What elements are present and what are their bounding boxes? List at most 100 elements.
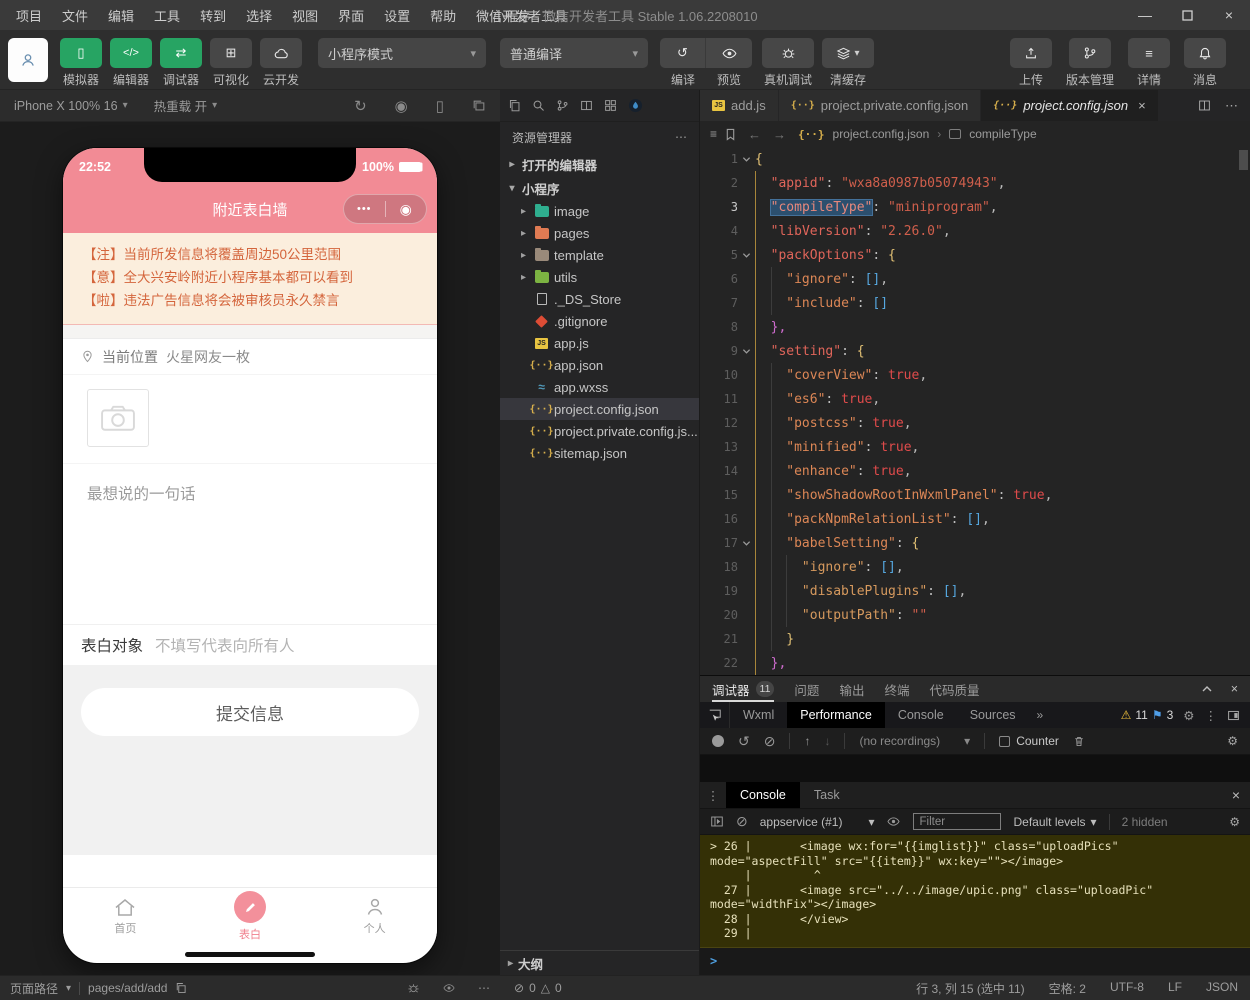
more-status-icon[interactable]: ⋯ [478,981,490,995]
minimize-app-button[interactable]: ◉ [386,201,427,218]
inspect-element-icon[interactable] [700,702,730,728]
debugger-tab-终端[interactable]: 终端 [884,676,909,702]
tree-item-pages[interactable]: ▸pages [500,222,699,244]
menu-item-视图[interactable]: 视图 [282,6,328,25]
execution-context-select[interactable]: appservice (#1) ▾ [760,815,875,829]
phone-tab-首页[interactable]: 首页 [63,888,188,945]
recordings-select[interactable]: (no recordings) ▾ [859,734,970,748]
files-icon[interactable] [508,99,521,112]
console-tab-Task[interactable]: Task [800,782,854,808]
clear-icon[interactable]: ⊘ [764,733,776,750]
breadcrumb-file[interactable]: project.config.json [833,127,930,141]
warning-counter[interactable]: ⚠ 11 ⚑ 3 [1121,708,1174,722]
close-drawer-icon[interactable]: × [1232,782,1250,808]
console-warning-message[interactable]: > 26 | <image wx:for="{{imglist}}" class… [700,835,1250,948]
more-actions-icon[interactable]: ⋯ [1225,98,1238,114]
fold-chevron-icon[interactable] [738,539,755,548]
tree-item-project.config.json[interactable]: {··}project.config.json [500,398,699,420]
dock-side-icon[interactable] [1227,709,1240,722]
maximize-button[interactable] [1166,0,1208,30]
menu-item-转到[interactable]: 转到 [190,6,236,25]
devtools-settings-icon[interactable]: ⚙ [1183,708,1194,723]
action-消息[interactable]: 消息 [1184,38,1226,88]
menu-item-文件[interactable]: 文件 [52,6,98,25]
record-icon[interactable]: ◉ [395,97,408,115]
mode-select[interactable]: 小程序模式 ▾ [318,38,486,68]
toggle-可视化[interactable]: ⊞可视化 [210,38,252,88]
device-debug-button[interactable]: 真机调试 [762,38,814,88]
upload-image-button[interactable] [87,389,149,447]
bookmark-icon[interactable] [725,128,736,141]
menu-item-设置[interactable]: 设置 [374,6,420,25]
copy-path-icon[interactable] [175,982,187,994]
close-tab-icon[interactable]: × [1138,98,1146,113]
menu-item-选择[interactable]: 选择 [236,6,282,25]
devtools-tab-Sources[interactable]: Sources [957,702,1029,728]
menu-item-工具[interactable]: 工具 [144,6,190,25]
toggle-模拟器[interactable]: ▯模拟器 [60,38,102,88]
preview-button[interactable] [706,38,752,68]
user-avatar[interactable] [8,38,48,82]
clear-cache-button[interactable]: ▾ 清缓存 [822,38,874,88]
section-open-editors[interactable]: ▸ 打开的编辑器 [500,152,699,176]
cursor-position[interactable]: 行 3, 列 15 (选中 11) [916,980,1024,997]
debug-status-icon[interactable] [407,982,420,995]
minimize-button[interactable]: — [1124,0,1166,30]
tree-item-sitemap.json[interactable]: {··}sitemap.json [500,442,699,464]
source-control-icon[interactable] [556,99,569,112]
code-editor[interactable]: 1{2"appid": "wxa8a0987b05074943",3"compi… [700,147,1250,675]
search-icon[interactable] [532,99,545,112]
fold-chevron-icon[interactable] [738,347,755,356]
problems-indicator[interactable]: ⊘ 0 △ 0 [500,981,562,995]
indent-setting[interactable]: 空格: 2 [1049,980,1086,997]
close-button[interactable]: × [1208,0,1250,30]
editor-tab-project.config.json[interactable]: {··}project.config.json× [981,90,1158,121]
rotate-icon[interactable]: ↻ [354,97,367,115]
collapse-panel-icon[interactable] [1201,683,1213,695]
counter-checkbox[interactable]: Counter [999,734,1059,748]
debugger-tab-调试器[interactable]: 调试器11 [712,676,774,702]
target-row[interactable]: 表白对象 不填写代表向所有人 [63,625,437,665]
hot-reload-select[interactable]: 热重载 开 ▾ [154,96,218,115]
menu-item-界面[interactable]: 界面 [328,6,374,25]
menu-item-项目[interactable]: 项目 [6,6,52,25]
toggle-编辑器[interactable]: </>编辑器 [110,38,152,88]
split-editor-icon[interactable] [1198,99,1211,112]
breadcrumb-symbol[interactable]: compileType [969,127,1036,141]
console-filter-input[interactable] [913,813,1001,830]
load-profile-icon[interactable]: ↑ [804,734,810,748]
debugger-tab-代码质量[interactable]: 代码质量 [929,676,979,702]
console-tab-Console[interactable]: Console [726,782,800,808]
menu-item-编辑[interactable]: 编辑 [98,6,144,25]
device-select[interactable]: iPhone X 100% 16 ▾ [14,99,128,113]
perf-settings-icon[interactable]: ⚙ [1227,734,1238,748]
tree-item-image[interactable]: ▸image [500,200,699,222]
debugger-tab-问题[interactable]: 问题 [794,676,819,702]
more-tabs-icon[interactable]: » [1029,702,1052,728]
outline-section[interactable]: ▸ 大纲 [500,950,699,975]
console-settings-icon[interactable]: ⚙ [1229,815,1240,829]
toggle-云开发[interactable]: 云开发 [260,38,302,88]
phone-tab-表白[interactable]: 表白 [188,888,313,945]
devtools-tab-Console[interactable]: Console [885,702,957,728]
split-layout-icon[interactable] [580,99,593,112]
devtools-tab-Performance[interactable]: Performance [787,702,885,728]
nav-forward-icon[interactable]: → [773,127,786,142]
console-sidebar-icon[interactable] [710,815,724,828]
fold-chevron-icon[interactable] [738,251,755,260]
encoding[interactable]: UTF-8 [1110,980,1144,997]
tree-item-app.js[interactable]: JSapp.js [500,332,699,354]
devtools-menu-icon[interactable]: ⋮ [1205,708,1218,723]
submit-button[interactable]: 提交信息 [81,688,419,736]
action-详情[interactable]: ≡详情 [1128,38,1170,88]
devtools-tab-Wxml[interactable]: Wxml [730,702,787,728]
nav-back-icon[interactable]: ← [748,127,761,142]
phone-tab-个人[interactable]: 个人 [312,888,437,945]
toggle-调试器[interactable]: ⇄调试器 [160,38,202,88]
compile-button[interactable]: ↺ [660,38,706,68]
action-版本管理[interactable]: 版本管理 [1066,38,1114,88]
clear-console-icon[interactable]: ⊘ [736,813,748,830]
console-eye-icon[interactable] [886,815,901,828]
trash-icon[interactable] [1073,735,1085,748]
tree-item-app.wxss[interactable]: ≈app.wxss [500,376,699,398]
